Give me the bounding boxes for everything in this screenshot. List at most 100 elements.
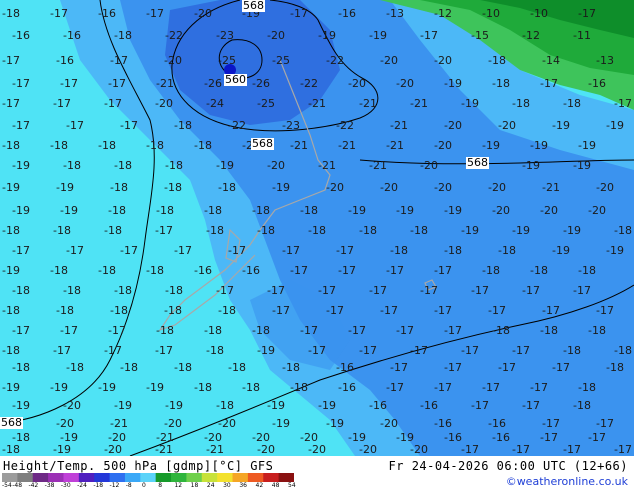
colorbar-tick-label: -18 [93,482,104,489]
colorbar-tick-label: 30 [223,482,231,489]
temperature-label: -18 [108,204,126,217]
temperature-label: -18 [110,181,128,194]
temperature-label: -17 [434,264,452,277]
temperature-label: -17 [573,284,591,297]
temperature-label: -17 [540,77,558,90]
temperature-label: -19 [444,204,462,217]
temperature-label: -17 [50,7,68,20]
temperature-label: -17 [66,244,84,257]
temperature-label: -18 [300,204,318,217]
temperature-label: -17 [216,284,234,297]
temperature-label: -20 [155,97,173,110]
temperature-label: -17 [108,324,126,337]
temperature-label: -18 [578,264,596,277]
temperature-label: -19 [396,204,414,217]
colorbar [2,473,294,482]
temperature-label: -17 [522,284,540,297]
temperature-label: -18 [63,284,81,297]
colorbar-swatch [109,473,126,482]
temperature-label: -21 [386,139,404,152]
temperature-label: -19 [272,181,290,194]
temperature-label: -17 [338,264,356,277]
temperature-label: -18 [563,344,581,357]
temperature-label: -19 [2,264,20,277]
temperature-label: -17 [290,7,308,20]
temperature-label: -17 [104,344,122,357]
temperature-label: -17 [614,97,632,110]
colorbar-swatch [186,473,203,482]
map-footer: Height/Temp. 500 hPa [gdmp][°C] GFS Fr 2… [0,456,634,490]
temperature-label: -17 [396,324,414,337]
temperature-label: -17 [578,7,596,20]
temperature-label: -18 [206,344,224,357]
temperature-label: -18 [290,381,308,394]
colorbar-tick-label: -24 [77,482,87,489]
temperature-label: -19 [482,139,500,152]
temperature-label: -20 [56,417,74,430]
temperature-label: -19 [552,119,570,132]
temperature-label: -23 [216,29,234,42]
temperature-label: -17 [482,381,500,394]
temperature-label: -16 [369,399,387,412]
temperature-label: -19 [461,224,479,237]
temperature-label: -12 [434,7,452,20]
temperature-label: -18 [114,284,132,297]
temperature-label: -17 [512,443,530,456]
colorbar-tick-label: -12 [109,482,120,489]
temperature-label: -16 [420,399,438,412]
colorbar-swatch [263,473,280,482]
temperature-label: -17 [596,417,614,430]
temperature-label: -18 [204,324,222,337]
colorbar-tick-label: 12 [174,482,183,489]
temperature-label: -20 [63,399,81,412]
temperature-label: -19 [50,381,68,394]
temperature-label: -16 [63,29,81,42]
temperature-label: -21 [110,417,128,430]
temperature-label: -17 [120,119,138,132]
temperature-label: -17 [461,443,479,456]
temperature-label: -18 [156,324,174,337]
temperature-label: -18 [257,224,275,237]
temperature-label: -19 [53,443,71,456]
temperature-label: -19 [272,417,290,430]
isoline-label-568-east: 568 [466,156,489,169]
temperature-label: -21 [308,97,326,110]
colorbar-tick-label: 8 [158,482,163,489]
colorbar-swatch [155,473,172,482]
colorbar-tick-label: 18 [190,482,199,489]
temperature-label: -19 [60,431,78,444]
temperature-label: -19 [98,381,116,394]
temperature-label: -20 [498,119,516,132]
temperature-label: -20 [434,139,452,152]
colorbar-tick-label: -38 [44,482,55,489]
temperature-label: -19 [563,224,581,237]
temperature-label: -17 [60,77,78,90]
temperature-label: -20 [204,431,222,444]
temperature-label: -18 [252,204,270,217]
temperature-label: -13 [386,7,404,20]
temperature-label: -19 [318,29,336,42]
temperature-label: -18 [204,204,222,217]
temperature-label: -17 [596,304,614,317]
temperature-label: -17 [155,344,173,357]
temperature-label: -17 [120,244,138,257]
temperature-label: -19 [606,244,624,257]
temperature-label: -14 [542,54,560,67]
temperature-label: -19 [578,139,596,152]
temperature-label: -18 [492,77,510,90]
temperature-label: -18 [50,264,68,277]
temperature-label: -20 [540,204,558,217]
temperature-label: -18 [614,344,632,357]
temperature-label: -18 [12,361,30,374]
temperature-label: -22 [165,29,183,42]
temperature-label: -22 [228,119,246,132]
temperature-label: -18 [63,159,81,172]
temperature-label: -19 [12,399,30,412]
temperature-label: -20 [164,417,182,430]
temperature-label: -10 [482,7,500,20]
temperature-label: -17 [471,284,489,297]
temperature-label: -18 [53,224,71,237]
temperature-label: -20 [267,29,285,42]
temperature-label: -17 [386,381,404,394]
credit-link[interactable]: ©weatheronline.co.uk [506,475,628,488]
